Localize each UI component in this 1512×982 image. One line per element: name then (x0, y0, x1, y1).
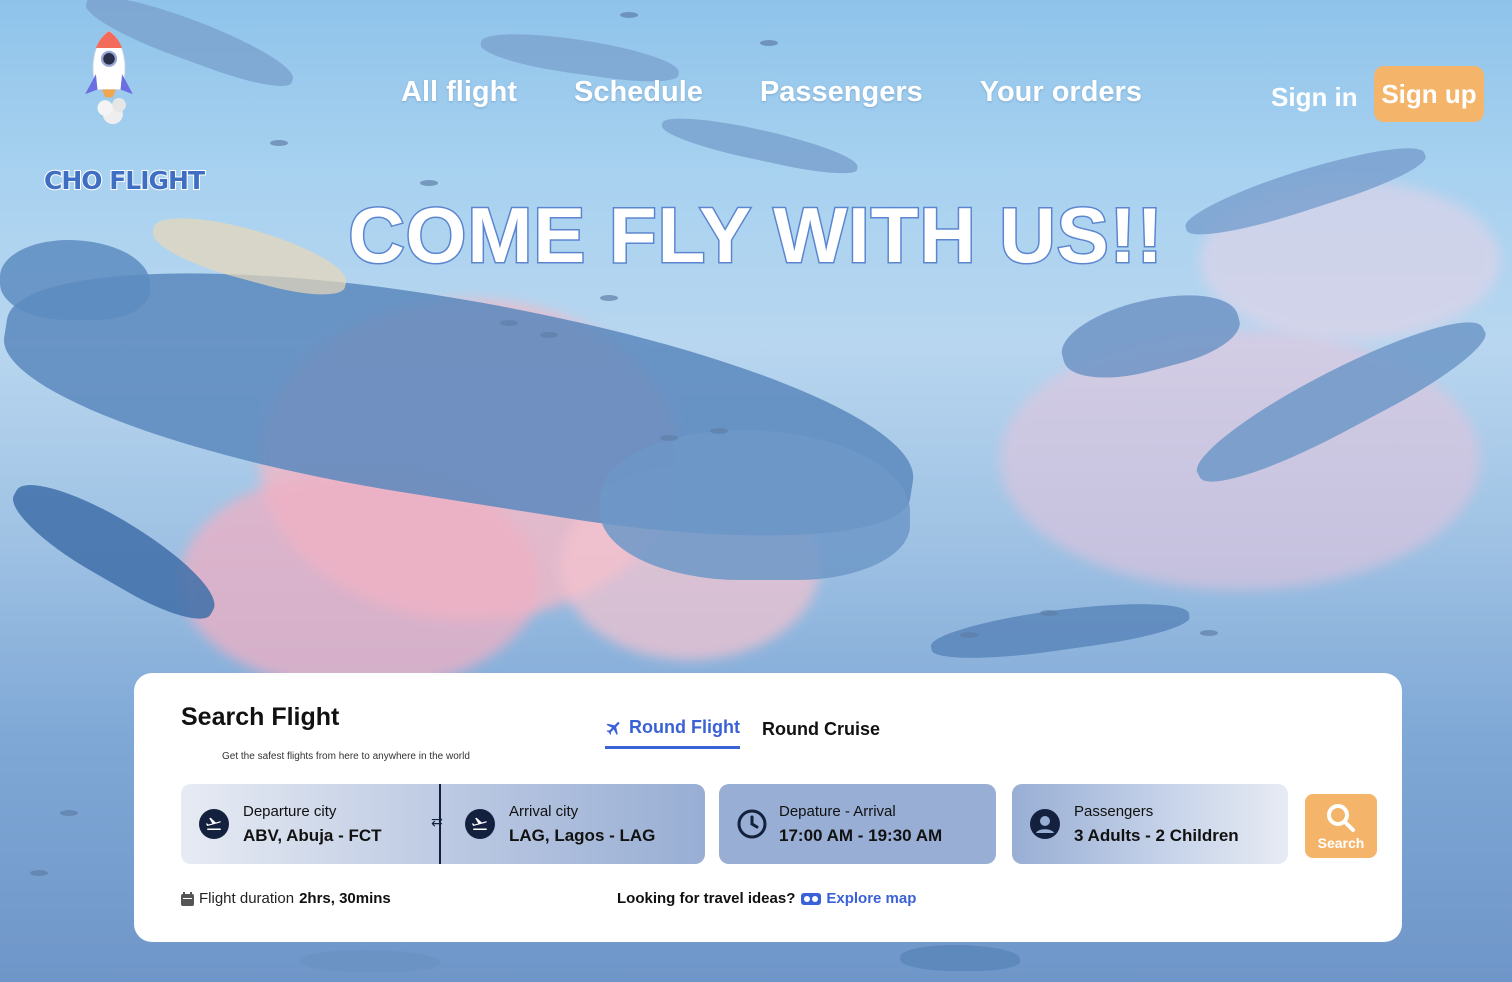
user-icon (1030, 809, 1060, 839)
passengers-field[interactable]: Passengers 3 Adults - 2 Children (1012, 784, 1288, 864)
hero-title: COME FLY WITH US!! (347, 190, 1164, 281)
clock-icon (737, 809, 767, 839)
tab-round-cruise-label: Round Cruise (761, 718, 880, 739)
time-field-content: Depature - Arrival 17:00 AM - 19:30 AM (737, 784, 942, 864)
airplane-icon (606, 721, 620, 735)
nav-schedule[interactable]: Schedule (574, 76, 703, 109)
fish (1040, 610, 1058, 616)
time-field[interactable]: Depature - Arrival 17:00 AM - 19:30 AM (719, 784, 996, 864)
tab-round-cruise[interactable]: Round Cruise (762, 717, 880, 749)
departure-city-field[interactable]: Departure city ABV, Abuja - FCT (199, 784, 382, 864)
fish (710, 428, 728, 434)
fish (270, 140, 288, 146)
travel-ideas-label: Looking for travel ideas? (617, 890, 796, 907)
main-nav: All flight Schedule Passengers Your orde… (401, 76, 1142, 109)
explore-map-label: Explore map (826, 890, 917, 907)
tab-round-flight[interactable]: Round Flight (605, 717, 740, 749)
passengers-field-content: Passengers 3 Adults - 2 Children (1030, 784, 1239, 864)
trip-type-tabs: Round Flight Round Cruise (605, 717, 880, 749)
brand-logo[interactable]: CHO FLIGHT (40, 28, 210, 208)
fish (60, 810, 78, 816)
rocket-icon (85, 30, 133, 125)
search-button-label: Search (1317, 834, 1365, 851)
time-label: Depature - Arrival (779, 802, 896, 820)
travel-ideas: Looking for travel ideas? Explore map (617, 890, 916, 907)
swap-icon[interactable]: ⇄ (431, 814, 443, 830)
fish (660, 435, 678, 441)
fish (30, 870, 48, 876)
departure-city-label: Departure city (243, 802, 337, 820)
vr-goggles-icon (801, 892, 822, 905)
whale (900, 945, 1020, 971)
fish (600, 295, 618, 301)
fish (620, 12, 638, 18)
time-value: 17:00 AM - 19:30 AM (779, 825, 943, 845)
whale (659, 109, 861, 181)
plane-departure-icon (199, 809, 229, 839)
nav-all-flight[interactable]: All flight (401, 76, 517, 109)
passengers-label: Passengers (1074, 802, 1154, 820)
search-title: Search Flight (181, 703, 340, 731)
tab-round-flight-label: Round Flight (629, 717, 740, 737)
fish (420, 180, 438, 186)
arrival-city-value: LAG, Lagos - LAG (509, 825, 656, 845)
arrival-city-field[interactable]: Arrival city LAG, Lagos - LAG (465, 784, 655, 864)
passengers-value: 3 Adults - 2 Children (1074, 825, 1239, 845)
search-button[interactable]: Search (1305, 794, 1377, 858)
explore-map-link[interactable]: Explore map (801, 890, 916, 907)
search-subtitle: Get the safest flights from here to anyw… (222, 751, 470, 762)
sign-up-button[interactable]: Sign up (1374, 66, 1484, 122)
fish (960, 632, 978, 638)
duration-label: Flight duration (199, 890, 295, 907)
plane-arrival-icon (465, 809, 495, 839)
departure-city-value: ABV, Abuja - FCT (243, 825, 382, 845)
duration-value: 2hrs, 30mins (299, 890, 391, 907)
sign-in-link[interactable]: Sign in (1271, 82, 1358, 113)
whale (300, 950, 440, 972)
nav-passengers[interactable]: Passengers (760, 76, 923, 109)
fish (500, 320, 518, 326)
route-field-group: Departure city ABV, Abuja - FCT ⇄ Arriva… (181, 784, 705, 864)
arrival-city-label: Arrival city (509, 802, 579, 820)
whale (928, 592, 1192, 668)
fish (760, 40, 778, 46)
nav-your-orders[interactable]: Your orders (980, 76, 1142, 109)
search-icon (1327, 803, 1355, 832)
search-flight-card: Search Flight Get the safest flights fro… (134, 673, 1402, 942)
calendar-icon (181, 891, 194, 906)
flight-duration: Flight duration 2hrs, 30mins (181, 890, 391, 907)
fish (540, 332, 558, 338)
fish (1200, 630, 1218, 636)
